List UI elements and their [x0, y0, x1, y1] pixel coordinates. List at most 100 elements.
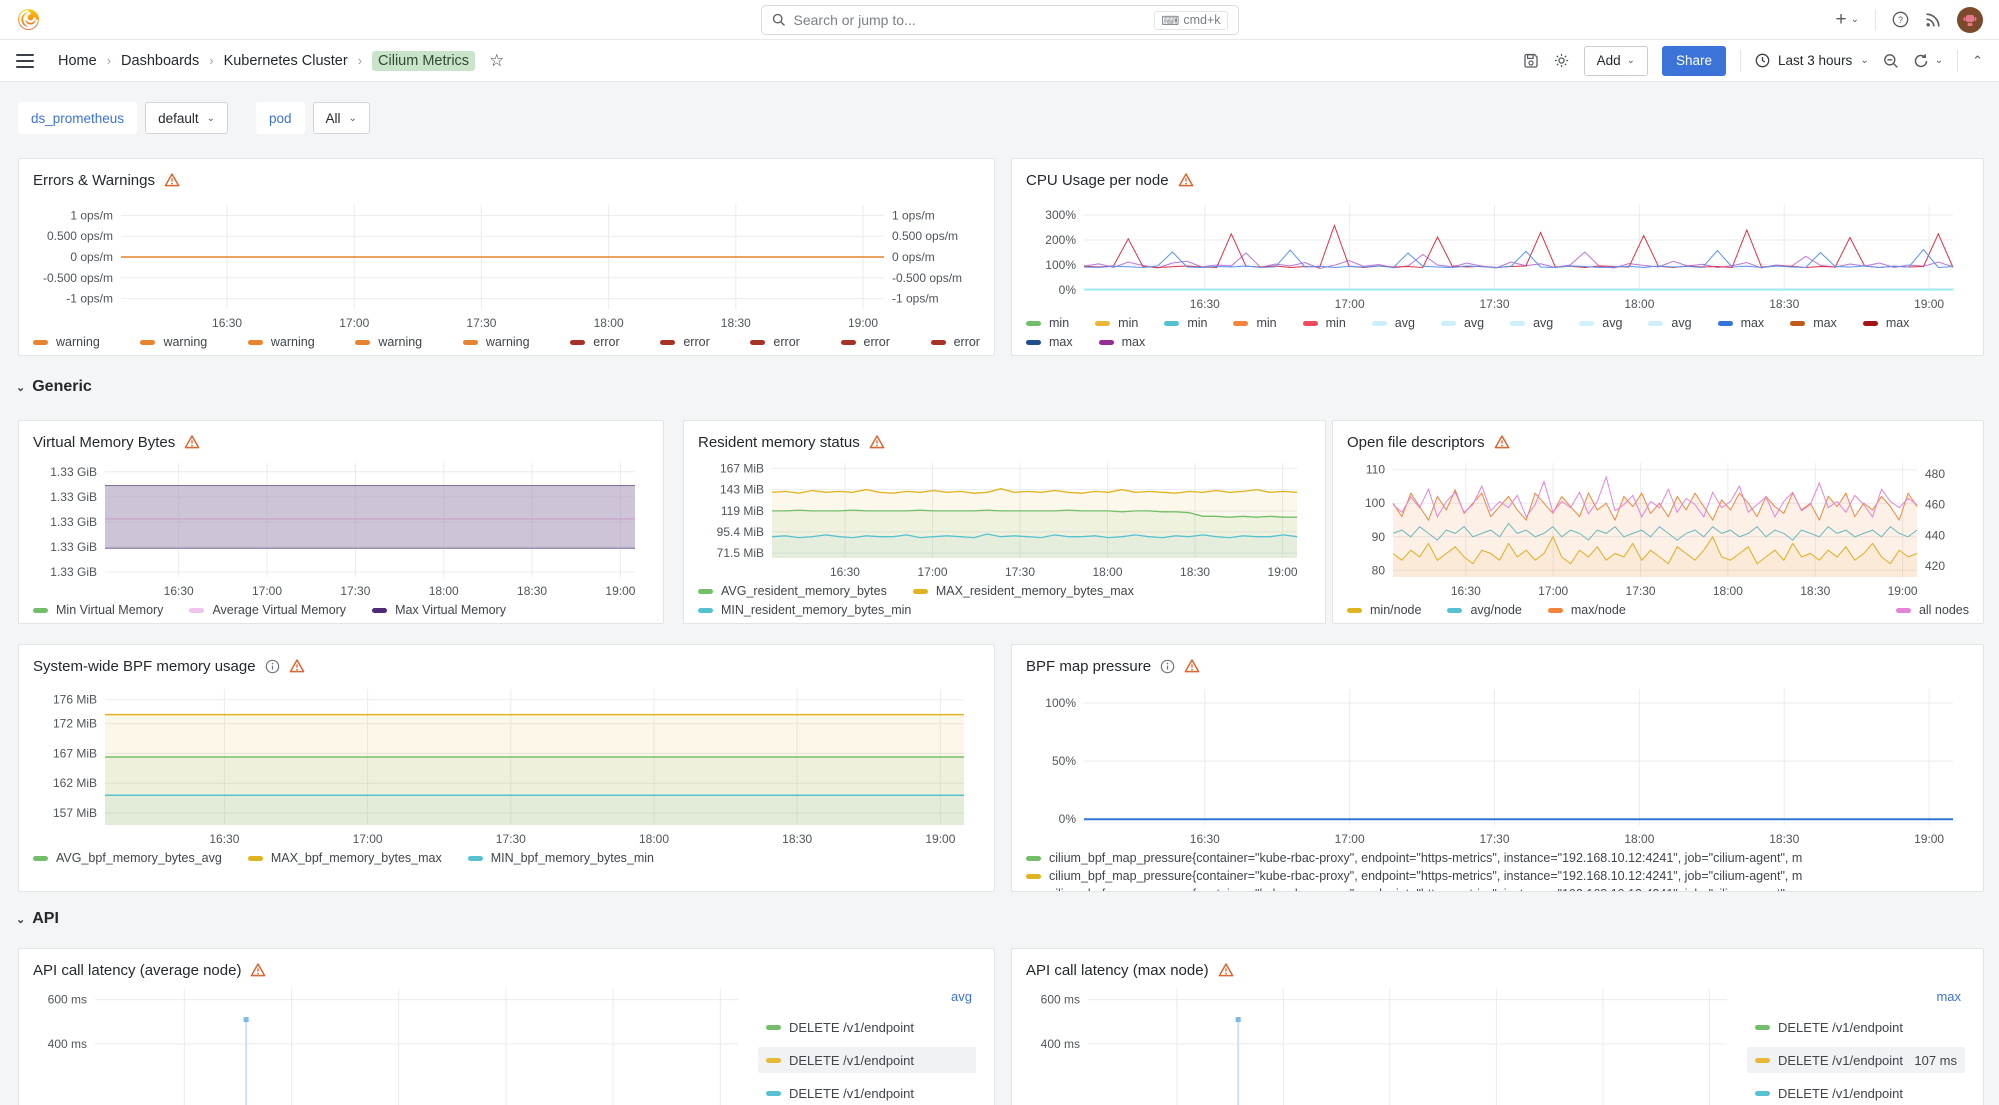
legend-item[interactable]: DELETE /v1/endpoint — [758, 1080, 976, 1105]
legend-item[interactable]: max — [1790, 316, 1837, 330]
legend-item[interactable]: AVG_resident_memory_bytes — [698, 584, 887, 598]
panel-title[interactable]: BPF map pressure — [1026, 658, 1151, 675]
panel-title[interactable]: Resident memory status — [698, 434, 860, 451]
warning-icon[interactable] — [1218, 962, 1234, 978]
chart-cpu-usage[interactable]: 16:3017:0017:3018:0018:3019:00300%200%10… — [1026, 193, 1969, 314]
panel-title[interactable]: Open file descriptors — [1347, 434, 1485, 451]
legend-item[interactable]: max — [1099, 335, 1146, 349]
legend-item[interactable]: DELETE /v1/endpoint — [1747, 1080, 1965, 1105]
legend-item[interactable]: max — [1026, 335, 1073, 349]
breadcrumb-dashboards[interactable]: Dashboards — [121, 53, 199, 69]
legend-item[interactable]: all nodes — [1896, 603, 1969, 617]
legend-item[interactable]: DELETE /v1/endpoint107 ms — [1747, 1047, 1965, 1073]
share-button[interactable]: Share — [1662, 46, 1726, 76]
chart-api-latency-max[interactable]: 600 ms400 ms — [1026, 983, 1737, 1105]
legend-item[interactable]: min — [1095, 316, 1138, 330]
legend-calc-header[interactable]: avg — [758, 989, 976, 1004]
panel-title[interactable]: Virtual Memory Bytes — [33, 434, 175, 451]
legend-item[interactable]: error — [931, 335, 980, 349]
legend-item[interactable]: AVG_bpf_memory_bytes_avg — [33, 851, 222, 865]
legend-item[interactable]: cilium_bpf_map_pressure{container="kube-… — [1026, 851, 1969, 865]
save-dashboard-icon[interactable] — [1523, 53, 1539, 69]
dashboard-settings-gear-icon[interactable] — [1553, 52, 1570, 69]
legend-item[interactable]: DELETE /v1/endpoint — [1747, 1014, 1965, 1040]
legend-item[interactable]: min — [1233, 316, 1276, 330]
chart-virtual-memory[interactable]: 16:3017:0017:3018:0018:3019:001.33 GiB1.… — [33, 455, 649, 601]
search-input[interactable]: Search or jump to... ⌨ cmd+k — [761, 5, 1239, 35]
legend-item[interactable]: warning — [140, 335, 207, 349]
legend-item[interactable]: error — [750, 335, 799, 349]
legend-item[interactable]: cilium_bpf_map_pressure{container="kube-… — [1026, 869, 1969, 883]
warning-icon[interactable] — [1184, 658, 1200, 674]
legend-item[interactable]: avg — [1648, 316, 1691, 330]
legend-item[interactable]: avg — [1510, 316, 1553, 330]
legend-item[interactable]: Max Virtual Memory — [372, 603, 506, 617]
legend-item[interactable]: MIN_resident_memory_bytes_min — [698, 603, 911, 617]
legend-item[interactable]: avg/node — [1447, 603, 1521, 617]
warning-icon[interactable] — [1494, 434, 1510, 450]
warning-icon[interactable] — [164, 172, 180, 188]
section-generic[interactable]: ⌄ Generic — [16, 378, 92, 396]
help-icon[interactable]: ? — [1892, 11, 1909, 28]
warning-icon[interactable] — [250, 962, 266, 978]
legend-item[interactable]: avg — [1441, 316, 1484, 330]
legend-item[interactable]: min/node — [1347, 603, 1421, 617]
zoom-out-icon[interactable] — [1883, 53, 1899, 69]
legend-calc-header[interactable]: max — [1747, 989, 1965, 1004]
chart-resident-memory[interactable]: 16:3017:0017:3018:0018:3019:00167 MiB143… — [698, 455, 1311, 582]
legend-item[interactable]: avg — [1372, 316, 1415, 330]
legend-item[interactable]: warning — [355, 335, 422, 349]
warning-icon[interactable] — [869, 434, 885, 450]
legend-item[interactable]: avg — [1579, 316, 1622, 330]
legend-item[interactable]: error — [660, 335, 709, 349]
legend-item[interactable]: MAX_resident_memory_bytes_max — [913, 584, 1134, 598]
favorite-star-icon[interactable]: ☆ — [489, 51, 504, 71]
section-api[interactable]: ⌄ API — [16, 910, 59, 928]
legend-item[interactable]: max — [1718, 316, 1765, 330]
news-rss-icon[interactable] — [1925, 12, 1941, 28]
variable-pod-select[interactable]: All⌄ — [313, 102, 370, 134]
legend-item[interactable]: warning — [463, 335, 530, 349]
menu-toggle-icon[interactable] — [16, 54, 34, 68]
variable-pod-label[interactable]: pod — [256, 102, 305, 134]
breadcrumb-folder[interactable]: Kubernetes Cluster — [224, 53, 348, 69]
legend-item[interactable]: max — [1863, 316, 1910, 330]
variable-datasource-select[interactable]: default⌄ — [145, 102, 228, 134]
panel-title[interactable]: System-wide BPF memory usage — [33, 658, 256, 675]
chart-api-latency-avg[interactable]: 600 ms400 ms — [33, 983, 748, 1105]
legend-item[interactable]: min — [1164, 316, 1207, 330]
panel-title[interactable]: Errors & Warnings — [33, 172, 155, 189]
time-range-picker[interactable]: Last 3 hours ⌄ — [1755, 53, 1869, 68]
chart-bpf-map-pressure[interactable]: 16:3017:0017:3018:0018:3019:00100%50%0% — [1026, 679, 1969, 849]
legend-item[interactable]: max/node — [1548, 603, 1626, 617]
variable-datasource-label[interactable]: ds_prometheus — [18, 102, 137, 134]
collapse-toolbar-icon[interactable]: ⌃ — [1972, 54, 1983, 67]
legend-item[interactable]: Average Virtual Memory — [189, 603, 346, 617]
info-icon[interactable] — [265, 659, 280, 674]
legend-item[interactable]: min — [1026, 316, 1069, 330]
legend-item[interactable]: cilium_bpf_map_pressure{container="kube-… — [1026, 887, 1969, 892]
legend-item[interactable]: warning — [33, 335, 100, 349]
chart-errors-warnings[interactable]: 16:3017:0017:3018:0018:3019:001 ops/m0.5… — [33, 193, 980, 333]
refresh-interval-dropdown[interactable]: ⌄ — [1935, 56, 1943, 66]
warning-icon[interactable] — [184, 434, 200, 450]
add-panel-button[interactable]: Add⌄ — [1584, 46, 1648, 76]
chart-bpf-memory[interactable]: 16:3017:0017:3018:0018:3019:00176 MiB172… — [33, 679, 980, 849]
panel-title[interactable]: API call latency (max node) — [1026, 962, 1209, 979]
warning-icon[interactable] — [289, 658, 305, 674]
legend-item[interactable]: error — [841, 335, 890, 349]
legend-item[interactable]: Min Virtual Memory — [33, 603, 163, 617]
breadcrumb-home[interactable]: Home — [58, 53, 97, 69]
warning-icon[interactable] — [1178, 172, 1194, 188]
refresh-icon[interactable]: ⌄ — [1913, 53, 1943, 69]
add-menu-button[interactable]: +⌄ — [1836, 10, 1860, 29]
grafana-logo-icon[interactable] — [16, 7, 41, 32]
legend-item[interactable]: DELETE /v1/endpoint — [758, 1014, 976, 1040]
legend-item[interactable]: MIN_bpf_memory_bytes_min — [468, 851, 654, 865]
panel-title[interactable]: CPU Usage per node — [1026, 172, 1169, 189]
legend-item[interactable]: MAX_bpf_memory_bytes_max — [248, 851, 442, 865]
legend-item[interactable]: min — [1303, 316, 1346, 330]
breadcrumb-current[interactable]: Cilium Metrics — [372, 51, 475, 71]
legend-item[interactable]: warning — [248, 335, 315, 349]
panel-title[interactable]: API call latency (average node) — [33, 962, 241, 979]
